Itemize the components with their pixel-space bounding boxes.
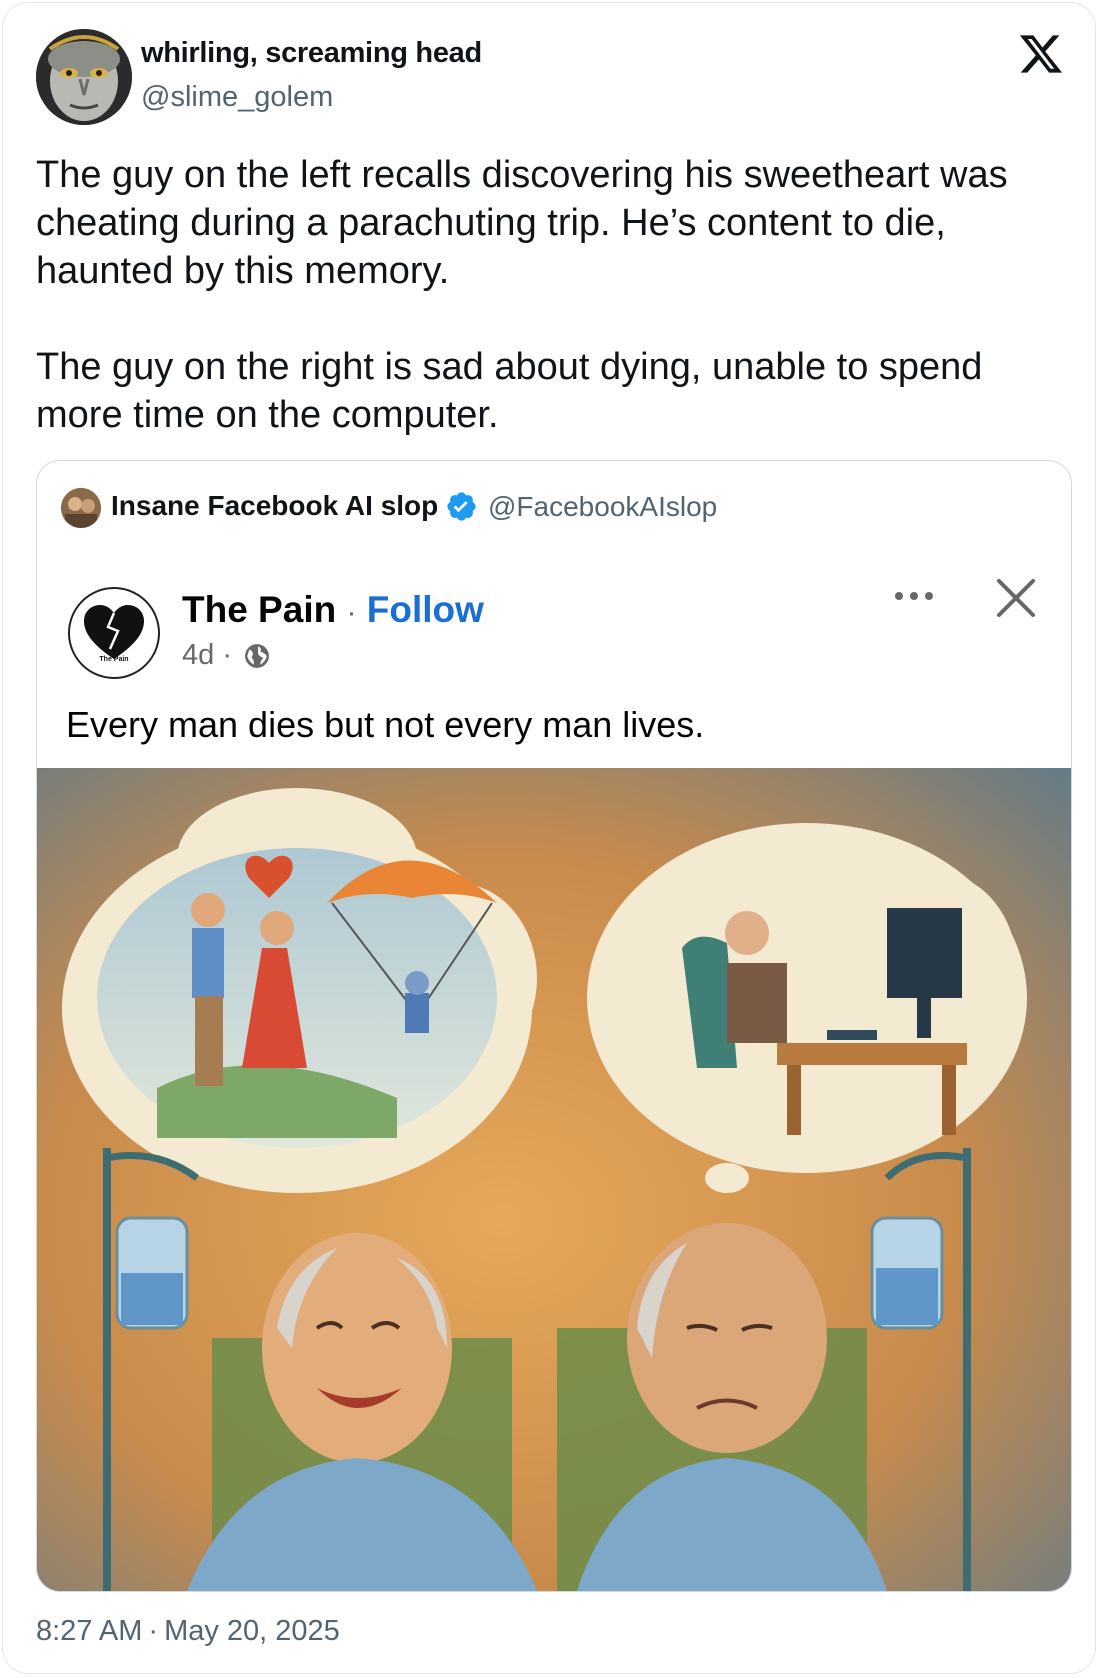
tweet-time: 8:27 AM [36, 1615, 143, 1647]
globe-icon [245, 644, 269, 669]
quoted-display-name[interactable]: Insane Facebook AI slop [111, 490, 438, 522]
fb-page-avatar[interactable]: The Pain [68, 587, 160, 679]
title-separator: · [346, 596, 357, 629]
verified-badge-icon [447, 492, 476, 521]
fb-post-meta: 4d · [182, 639, 270, 672]
tweet-paragraph: The guy on the right is sad about dying,… [36, 346, 983, 436]
follow-button[interactable]: Follow [367, 589, 484, 630]
x-logo-icon[interactable] [1018, 31, 1064, 77]
tweet-text: The guy on the left recalls discovering … [36, 151, 1076, 439]
quoted-handle[interactable]: @FacebookAIslop [488, 491, 717, 523]
timestamp-separator: · [148, 1615, 159, 1647]
avatar-face-image [36, 29, 132, 125]
author-display-name[interactable]: whirling, screaming head [141, 37, 482, 70]
fb-post-text: Every man dies but not every man lives. [66, 704, 705, 745]
meta-separator: · [222, 639, 232, 671]
tweet-card: whirling, screaming head @slime_golem Th… [2, 2, 1096, 1674]
post-illustration-image[interactable] [37, 768, 1071, 1591]
tweet-timestamp[interactable]: 8:27 AM · May 20, 2025 [36, 1615, 340, 1648]
fb-avatar-label: The Pain [99, 656, 128, 663]
quoted-tweet[interactable]: Insane Facebook AI slop @FacebookAIslop … [36, 460, 1072, 1592]
fb-page-name[interactable]: The Pain [182, 589, 336, 630]
broken-heart-icon: The Pain [84, 605, 144, 663]
more-options-icon[interactable] [889, 581, 939, 611]
post-age[interactable]: 4d [182, 639, 214, 671]
fb-post-title: The Pain · Follow [182, 589, 484, 631]
author-handle[interactable]: @slime_golem [141, 81, 333, 114]
close-icon[interactable] [995, 577, 1037, 619]
tweet-paragraph: The guy on the left recalls discovering … [36, 154, 1008, 292]
author-avatar[interactable] [36, 29, 132, 125]
quoted-author-avatar[interactable] [61, 488, 101, 528]
quoted-avatar-image [61, 488, 101, 528]
tweet-date: May 20, 2025 [164, 1615, 340, 1647]
